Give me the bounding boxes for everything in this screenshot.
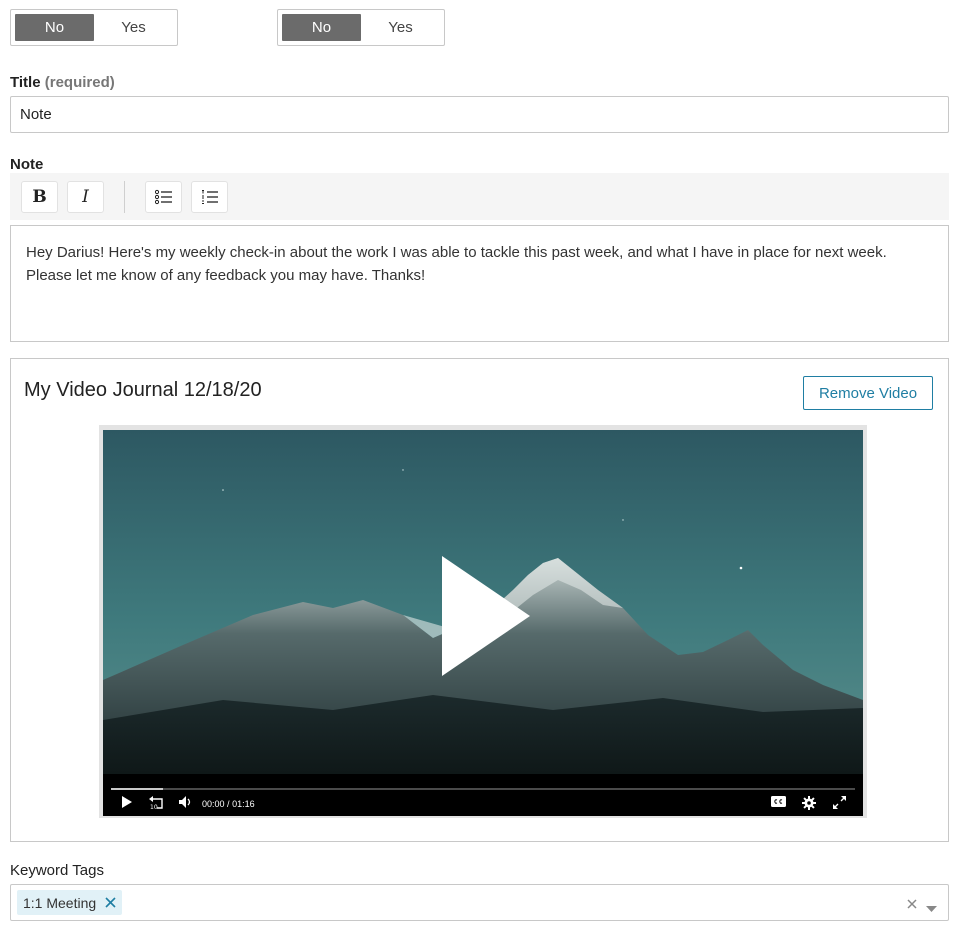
duration: 01:16 (232, 799, 255, 809)
play-button[interactable] (121, 796, 133, 808)
closed-captions-icon (771, 796, 786, 807)
video-player: 10 00:00 / 01:16 (99, 425, 867, 818)
bulleted-list-button[interactable] (145, 180, 182, 213)
keyword-tag-chip: 1:1 Meeting (17, 890, 123, 915)
video-progress-bar[interactable] (111, 788, 855, 790)
clear-all-tags-button[interactable] (907, 896, 917, 914)
clear-icon (907, 899, 917, 909)
tags-dropdown-toggle[interactable] (926, 899, 937, 917)
remove-tag-icon (105, 897, 116, 908)
italic-icon: I (82, 186, 89, 207)
rich-text-toolbar: B I (10, 173, 949, 220)
numbered-list-button[interactable] (191, 180, 228, 213)
keyword-tags-input[interactable]: 1:1 Meeting (10, 884, 949, 921)
keyword-tags-label: Keyword Tags (10, 862, 104, 879)
title-label-text: Title (10, 74, 41, 91)
video-progress-fill (111, 788, 164, 790)
video-title: My Video Journal 12/18/20 (24, 379, 262, 401)
numbered-list-icon (201, 189, 218, 204)
remove-video-button[interactable]: Remove Video (803, 376, 933, 410)
remove-tag-button[interactable] (105, 897, 116, 908)
fullscreen-button[interactable] (833, 796, 846, 809)
note-textarea[interactable]: Hey Darius! Here's my weekly check-in ab… (10, 225, 949, 342)
bold-icon: B (32, 186, 47, 207)
volume-button[interactable] (179, 796, 193, 808)
toggle-2-yes-option[interactable]: Yes (361, 14, 440, 41)
title-input[interactable] (10, 96, 949, 133)
time-separator: / (227, 799, 230, 809)
volume-icon (179, 796, 191, 808)
italic-button[interactable]: I (67, 180, 104, 213)
toggle-group-2: No Yes (277, 9, 445, 46)
bold-button[interactable]: B (21, 180, 58, 213)
video-journal-panel: My Video Journal 12/18/20 Remove Video 1… (10, 358, 949, 842)
video-frame[interactable]: 10 00:00 / 01:16 (103, 430, 863, 816)
play-icon (122, 796, 132, 808)
chevron-down-icon (926, 906, 937, 912)
toggle-group-1: No Yes (10, 9, 178, 46)
keyword-tag-label: 1:1 Meeting (23, 894, 97, 911)
bulleted-list-icon (154, 189, 172, 204)
video-controls-bar: 10 00:00 / 01:16 (103, 774, 863, 816)
play-overlay-icon[interactable] (440, 554, 532, 678)
toolbar-divider (124, 180, 125, 213)
settings-button[interactable] (802, 796, 816, 810)
toggle-2-no-option[interactable]: No (282, 14, 361, 41)
toggle-1-yes-option[interactable]: Yes (94, 14, 173, 41)
rewind-button[interactable]: 10 (149, 796, 165, 810)
closed-captions-button[interactable] (771, 796, 786, 807)
svg-text:10: 10 (150, 804, 158, 810)
toggle-1-no-option[interactable]: No (15, 14, 94, 41)
rewind-10-icon: 10 (149, 796, 163, 810)
title-required-hint: (required) (44, 74, 115, 91)
note-label: Note (10, 156, 44, 173)
fullscreen-icon (833, 796, 846, 809)
title-label: Title (required) (10, 74, 115, 91)
video-time-display: 00:00 / 01:16 (202, 799, 255, 809)
settings-gear-icon (802, 796, 816, 810)
current-time: 00:00 (202, 799, 225, 809)
